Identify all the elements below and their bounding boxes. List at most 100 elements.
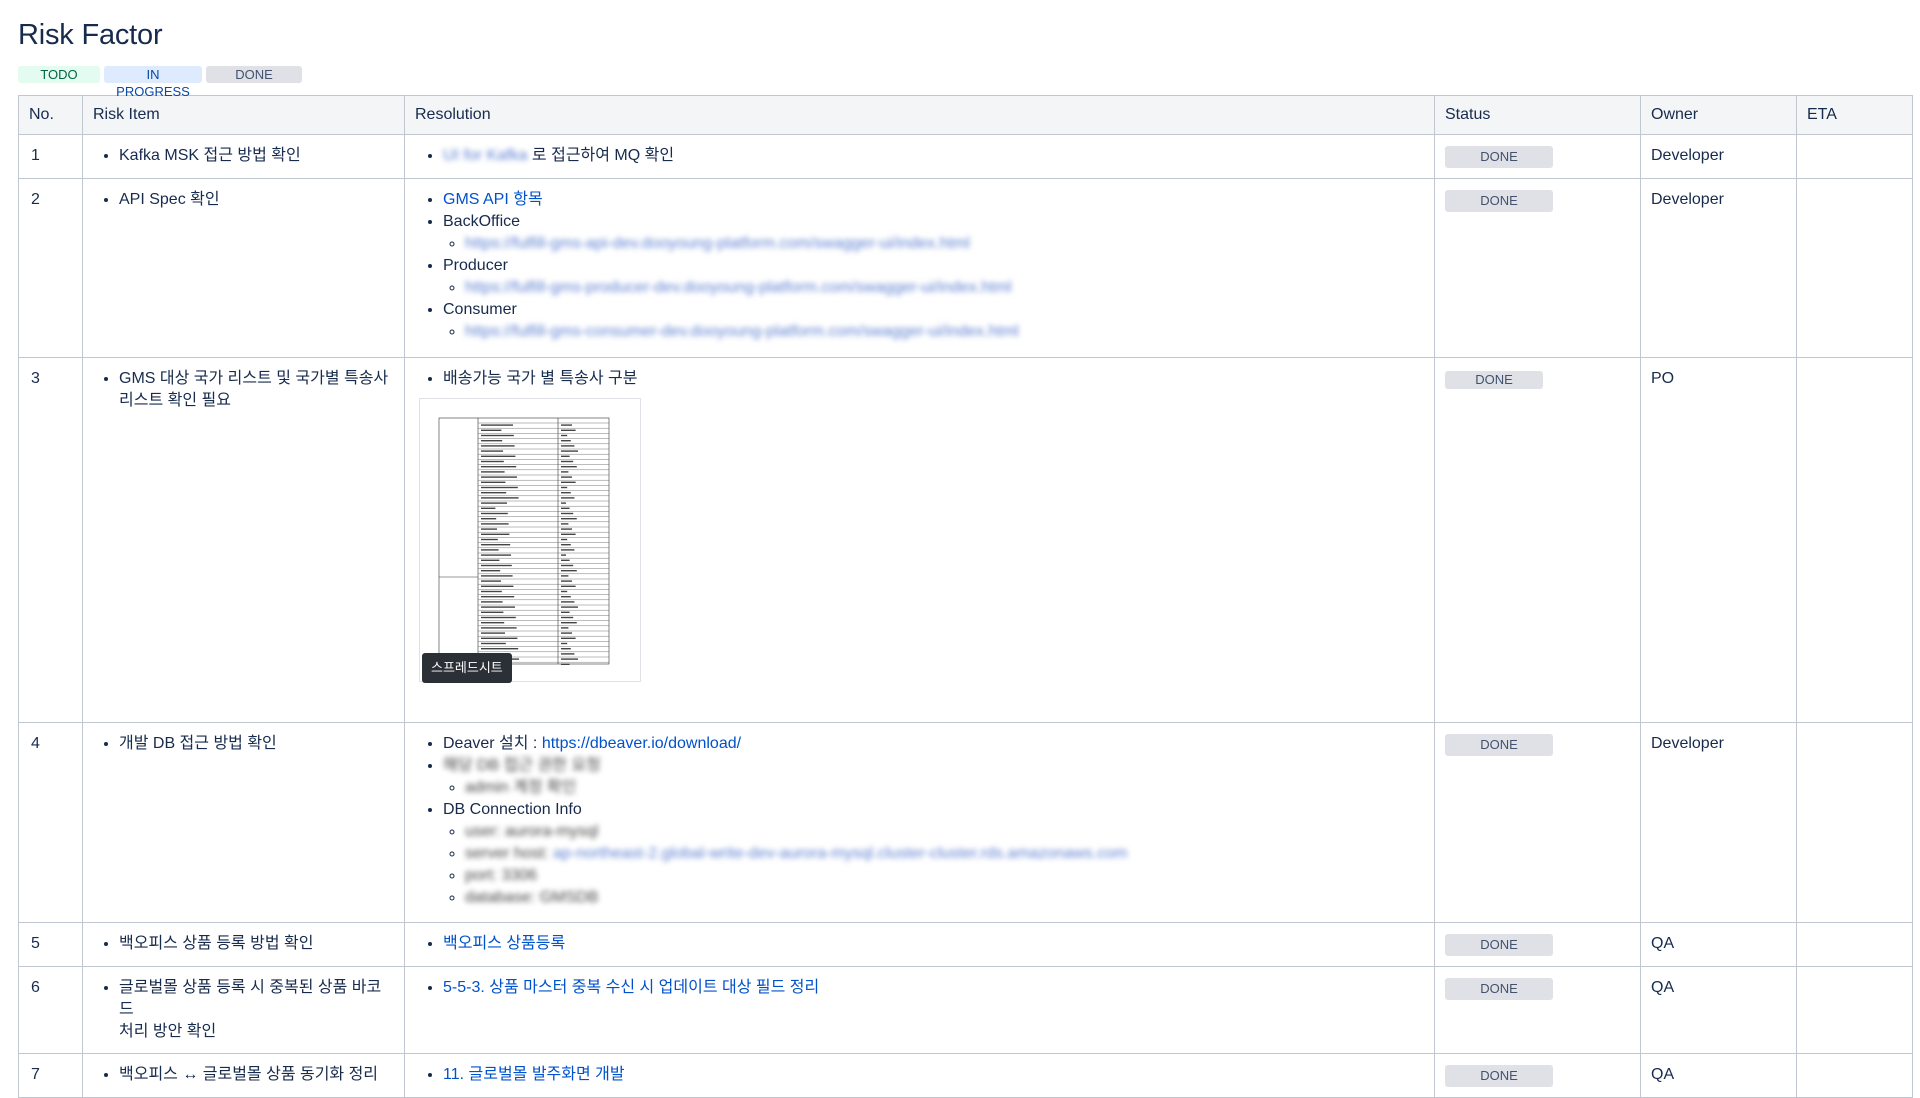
owner-cell: Developer bbox=[1640, 178, 1797, 358]
spreadsheet-thumbnail-icon bbox=[438, 417, 610, 667]
status-cell: DONE bbox=[1434, 922, 1641, 967]
status-cell: DONE bbox=[1434, 357, 1641, 723]
dbeaver-download-link[interactable]: https://dbeaver.io/download/ bbox=[542, 735, 741, 752]
db-user: user: aurora-mysql bbox=[465, 823, 599, 840]
product-master-link[interactable]: 5-5-3. 상품 마스터 중복 수신 시 업데이트 대상 필드 정리 bbox=[443, 979, 819, 996]
db-access-sub: admin 계정 확인 bbox=[465, 779, 577, 796]
resolution-cell: 백오피스 상품등록 bbox=[404, 922, 1435, 967]
deaver-label: Deaver 설치 : bbox=[443, 735, 542, 752]
owner-cell: PO bbox=[1640, 357, 1797, 723]
eta-cell bbox=[1796, 966, 1913, 1054]
producer-label: Producer bbox=[443, 257, 508, 274]
db-access-request: 해당 DB 접근 권한 요청 bbox=[443, 757, 601, 774]
header-resolution[interactable]: Resolution bbox=[404, 95, 1435, 135]
risk-item-cell: 백오피스 ↔ 글로벌몰 상품 동기화 정리 bbox=[82, 1053, 405, 1098]
status-badge: DONE bbox=[1445, 146, 1553, 168]
eta-cell bbox=[1796, 922, 1913, 967]
risk-item-cell: API Spec 확인 bbox=[82, 178, 405, 358]
page-title: Risk Factor bbox=[18, 19, 163, 51]
status-cell: DONE bbox=[1434, 966, 1641, 1054]
risk-item: GMS 대상 국가 리스트 및 국가별 특송사리스트 확인 필요 bbox=[119, 368, 394, 412]
gms-api-link[interactable]: GMS API 항목 bbox=[443, 191, 543, 208]
row-number: 7 bbox=[18, 1053, 83, 1098]
consumer-swagger-link[interactable]: https://fulfill-gms-consumer-dev.dooyoun… bbox=[465, 323, 1019, 340]
row-number: 1 bbox=[18, 134, 83, 179]
risk-item: API Spec 확인 bbox=[119, 189, 394, 211]
backoffice-product-link[interactable]: 백오피스 상품등록 bbox=[443, 935, 565, 952]
backoffice-label: BackOffice bbox=[443, 213, 521, 230]
table-row: 7 백오피스 ↔ 글로벌몰 상품 동기화 정리 11. 글로벌몰 발주화면 개발… bbox=[18, 1053, 1913, 1098]
eta-cell bbox=[1796, 357, 1913, 723]
table-header-row: No. Risk Item Resolution Status Owner ET… bbox=[18, 95, 1913, 135]
db-database: database: GMSDB bbox=[465, 889, 599, 906]
owner-cell: QA bbox=[1640, 1053, 1797, 1098]
header-eta[interactable]: ETA bbox=[1796, 95, 1913, 135]
legend-done-badge: DONE bbox=[206, 66, 302, 83]
spreadsheet-thumbnail[interactable]: 스프레드시트 bbox=[419, 398, 641, 683]
ui-for-kafka-link[interactable]: UI for Kafka bbox=[443, 147, 527, 164]
status-badge: DONE bbox=[1445, 371, 1543, 389]
eta-cell bbox=[1796, 178, 1913, 358]
row-number: 4 bbox=[18, 722, 83, 923]
eta-cell bbox=[1796, 1053, 1913, 1098]
table-row: 2 API Spec 확인 GMS API 항목 BackOffice http… bbox=[18, 178, 1913, 358]
eta-cell bbox=[1796, 134, 1913, 179]
status-legend: TODO IN PROGRESS DONE bbox=[18, 66, 1902, 99]
header-no[interactable]: No. bbox=[18, 95, 83, 135]
owner-cell: Developer bbox=[1640, 134, 1797, 179]
status-badge: DONE bbox=[1445, 734, 1553, 756]
resolution-text: 로 접근하여 MQ 확인 bbox=[527, 147, 675, 164]
risk-item-cell: 글로벌몰 상품 등록 시 중복된 상품 바코드처리 방안 확인 bbox=[82, 966, 405, 1054]
resolution-item: UI for Kafka 로 접근하여 MQ 확인 bbox=[443, 145, 1424, 167]
risk-item: Kafka MSK 접근 방법 확인 bbox=[119, 145, 394, 167]
risk-item-cell: 백오피스 상품 등록 방법 확인 bbox=[82, 922, 405, 967]
resolution-cell: GMS API 항목 BackOffice https://fulfill-gm… bbox=[404, 178, 1435, 358]
risk-item-cell: GMS 대상 국가 리스트 및 국가별 특송사리스트 확인 필요 bbox=[82, 357, 405, 723]
row-number: 2 bbox=[18, 178, 83, 358]
table-row: 1 Kafka MSK 접근 방법 확인 UI for Kafka 로 접근하여… bbox=[18, 134, 1913, 179]
table-row: 6 글로벌몰 상품 등록 시 중복된 상품 바코드처리 방안 확인 5-5-3.… bbox=[18, 966, 1913, 1054]
db-host-label: server host: bbox=[465, 845, 554, 862]
resolution-cell: Deaver 설치 : https://dbeaver.io/download/… bbox=[404, 722, 1435, 923]
global-mall-order-link[interactable]: 11. 글로벌몰 발주화면 개발 bbox=[443, 1066, 625, 1083]
table-row: 5 백오피스 상품 등록 방법 확인 백오피스 상품등록 DONE QA bbox=[18, 922, 1913, 967]
resolution-cell: UI for Kafka 로 접근하여 MQ 확인 bbox=[404, 134, 1435, 179]
resolution-text: 배송가능 국가 별 특송사 구분 bbox=[443, 368, 1424, 390]
status-badge: DONE bbox=[1445, 1065, 1553, 1087]
status-cell: DONE bbox=[1434, 1053, 1641, 1098]
status-badge: DONE bbox=[1445, 934, 1553, 956]
risk-item-cell: Kafka MSK 접근 방법 확인 bbox=[82, 134, 405, 179]
risk-item-cell: 개발 DB 접근 방법 확인 bbox=[82, 722, 405, 923]
owner-cell: Developer bbox=[1640, 722, 1797, 923]
owner-cell: QA bbox=[1640, 922, 1797, 967]
producer-swagger-link[interactable]: https://fulfill-gms-producer-dev.dooyoun… bbox=[465, 279, 1012, 296]
table-row: 4 개발 DB 접근 방법 확인 Deaver 설치 : https://dbe… bbox=[18, 722, 1913, 923]
resolution-cell: 5-5-3. 상품 마스터 중복 수신 시 업데이트 대상 필드 정리 bbox=[404, 966, 1435, 1054]
status-badge: DONE bbox=[1445, 978, 1553, 1000]
risk-item: 글로벌몰 상품 등록 시 중복된 상품 바코드처리 방안 확인 bbox=[119, 977, 394, 1043]
status-cell: DONE bbox=[1434, 178, 1641, 358]
backoffice-swagger-link[interactable]: https://fulfill-gms-api-dev.dooyoung-pla… bbox=[465, 235, 970, 252]
risk-item: 백오피스 상품 등록 방법 확인 bbox=[119, 933, 394, 955]
header-status[interactable]: Status bbox=[1434, 95, 1641, 135]
consumer-label: Consumer bbox=[443, 301, 517, 318]
db-host-link[interactable]: ap-northeast-2.global-write-dev-aurora-m… bbox=[553, 845, 1127, 862]
resolution-cell: 11. 글로벌몰 발주화면 개발 bbox=[404, 1053, 1435, 1098]
owner-cell: QA bbox=[1640, 966, 1797, 1054]
db-port: port: 3306 bbox=[465, 867, 538, 884]
db-connection-label: DB Connection Info bbox=[443, 801, 582, 818]
row-number: 5 bbox=[18, 922, 83, 967]
spreadsheet-tooltip: 스프레드시트 bbox=[422, 653, 512, 683]
eta-cell bbox=[1796, 722, 1913, 923]
header-owner[interactable]: Owner bbox=[1640, 95, 1797, 135]
resolution-cell: 배송가능 국가 별 특송사 구분 bbox=[404, 357, 1435, 723]
page: Risk Factor TODO IN PROGRESS DONE No. Ri… bbox=[0, 0, 1920, 1098]
row-number: 3 bbox=[18, 357, 83, 723]
risk-item: 개발 DB 접근 방법 확인 bbox=[119, 733, 394, 755]
status-cell: DONE bbox=[1434, 134, 1641, 179]
status-cell: DONE bbox=[1434, 722, 1641, 923]
legend-todo-badge: TODO bbox=[18, 66, 100, 83]
row-number: 6 bbox=[18, 966, 83, 1054]
header-risk-item[interactable]: Risk Item bbox=[82, 95, 405, 135]
status-badge: DONE bbox=[1445, 190, 1553, 212]
